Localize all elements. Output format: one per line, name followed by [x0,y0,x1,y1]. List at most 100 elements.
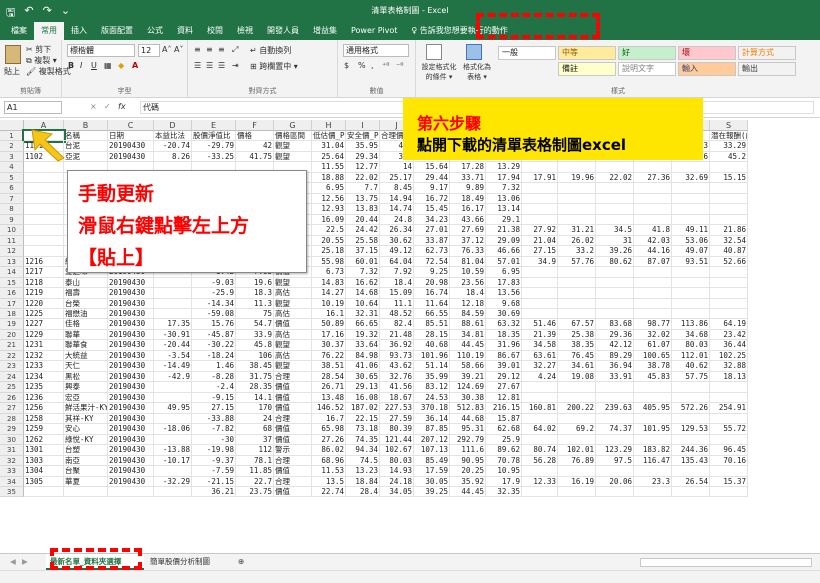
table-cell[interactable] [710,204,748,215]
table-cell[interactable]: -30 [192,434,236,446]
table-cell[interactable]: 31 [596,235,634,247]
table-cell[interactable]: 66.55 [414,308,450,320]
percent-button[interactable]: % [358,61,366,70]
table-cell[interactable]: -7.82 [192,424,236,435]
table-cell[interactable]: 綠悅-KY [64,434,108,446]
table-cell[interactable]: 45.8 [236,340,274,351]
table-cell[interactable]: 66.65 [346,319,380,330]
table-cell[interactable]: 34.23 [414,214,450,226]
table-cell[interactable] [596,298,634,309]
table-cell[interactable]: 33.71 [450,172,486,184]
table-cell[interactable]: 6.95 [486,267,522,278]
table-cell[interactable]: 觀望 [274,340,312,351]
table-cell[interactable] [558,288,596,299]
table-cell[interactable]: 61.07 [634,340,672,351]
column-header[interactable]: F [236,120,274,131]
table-cell[interactable] [596,413,634,425]
table-cell[interactable]: 69.2 [558,424,596,435]
table-cell[interactable]: 10.64 [346,298,380,309]
tab-data[interactable]: 資料 [170,22,200,40]
table-cell[interactable]: 80.74 [522,445,558,456]
table-cell[interactable]: 32.88 [710,361,748,372]
table-cell[interactable]: 30.38 [450,392,486,404]
table-cell[interactable]: 239.63 [596,403,634,414]
table-cell[interactable]: 101.96 [414,350,450,362]
row-header[interactable]: 11 [0,235,24,247]
table-cell[interactable]: 20190430 [108,466,154,477]
column-header[interactable]: E [192,120,236,131]
table-cell[interactable] [24,235,64,247]
table-cell[interactable]: 58.66 [450,361,486,372]
table-cell[interactable]: 20190430 [108,371,154,383]
table-cell[interactable]: 22.15 [346,413,380,425]
table-cell[interactable]: -19.98 [192,445,236,456]
table-cell[interactable]: 15.76 [192,319,236,330]
table-cell[interactable]: 10.95 [486,466,522,477]
tab-home[interactable]: 常用 [34,22,64,40]
table-cell[interactable]: 89.62 [486,445,522,456]
table-cell[interactable] [24,246,64,257]
table-cell[interactable]: 19.08 [558,371,596,383]
table-cell[interactable]: 價格 [236,131,274,142]
table-cell[interactable]: 68.96 [312,455,346,467]
table-cell[interactable]: 34.5 [596,225,634,236]
table-cell[interactable] [634,392,672,404]
table-cell[interactable]: 26.54 [672,476,710,487]
font-size-select[interactable]: 12 [138,44,160,57]
table-cell[interactable]: 觀望 [274,151,312,163]
table-cell[interactable]: 27.01 [414,225,450,236]
table-cell[interactable]: 35.92 [450,476,486,487]
table-cell[interactable]: 17.94 [486,172,522,184]
insert-function-icon[interactable]: fx [118,102,126,111]
tab-review[interactable]: 校閱 [200,22,230,40]
table-cell[interactable]: 46.66 [486,246,522,257]
column-header[interactable]: I [346,120,380,131]
table-cell[interactable]: 98.77 [634,319,672,330]
table-cell[interactable]: 16.62 [346,277,380,289]
table-cell[interactable]: 14.1 [236,392,274,404]
table-cell[interactable] [710,434,748,446]
table-cell[interactable]: 15.09 [380,288,414,299]
table-cell[interactable]: 台泥 [64,141,108,152]
table-cell[interactable] [522,204,558,215]
table-cell[interactable]: 83.68 [596,319,634,330]
table-cell[interactable]: 12.81 [486,392,522,404]
table-cell[interactable]: 6.95 [312,183,346,194]
table-cell[interactable]: 台榮 [64,298,108,309]
table-cell[interactable]: 11.3 [236,298,274,309]
table-cell[interactable]: 32.76 [380,371,414,383]
table-cell[interactable]: 101.95 [634,424,672,435]
table-cell[interactable]: 24.8 [380,214,414,226]
format-as-table-button[interactable]: 格式化為表格 ▾ [460,62,494,82]
table-cell[interactable]: 1232 [24,350,64,362]
table-cell[interactable] [558,298,596,309]
style-explanatory[interactable]: 說明文字 [618,62,676,76]
font-shrink-button[interactable]: A˅ [174,45,183,54]
table-cell[interactable] [154,466,192,477]
table-cell[interactable]: 10.19 [312,298,346,309]
table-cell[interactable]: 34.9 [522,256,558,268]
table-cell[interactable]: 13.06 [486,193,522,205]
row-header[interactable]: 1 [0,131,24,142]
table-cell[interactable]: 14.93 [380,466,414,477]
cut-button[interactable]: ✂ 剪下 [26,44,51,55]
table-cell[interactable]: 33.2 [558,246,596,257]
table-cell[interactable]: 1305 [24,476,64,487]
table-cell[interactable]: 55.72 [710,424,748,435]
table-cell[interactable]: 鮮活果汁-KY [64,403,108,414]
table-cell[interactable]: 1235 [24,382,64,393]
table-cell[interactable]: 82.4 [380,319,414,330]
table-cell[interactable]: 84.98 [346,350,380,362]
table-cell[interactable]: 31.21 [558,225,596,236]
table-cell[interactable]: 65.98 [312,424,346,435]
table-cell[interactable]: 13.29 [486,162,522,173]
table-cell[interactable]: 68 [236,424,274,435]
table-cell[interactable]: -29.79 [192,141,236,152]
table-cell[interactable]: 21.38 [486,225,522,236]
style-output[interactable]: 輸出 [738,62,796,76]
table-cell[interactable]: 183.82 [634,445,672,456]
table-cell[interactable] [710,413,748,425]
row-header[interactable]: 24 [0,371,24,383]
table-cell[interactable]: 39.21 [450,371,486,383]
table-cell[interactable]: 87.85 [414,424,450,435]
